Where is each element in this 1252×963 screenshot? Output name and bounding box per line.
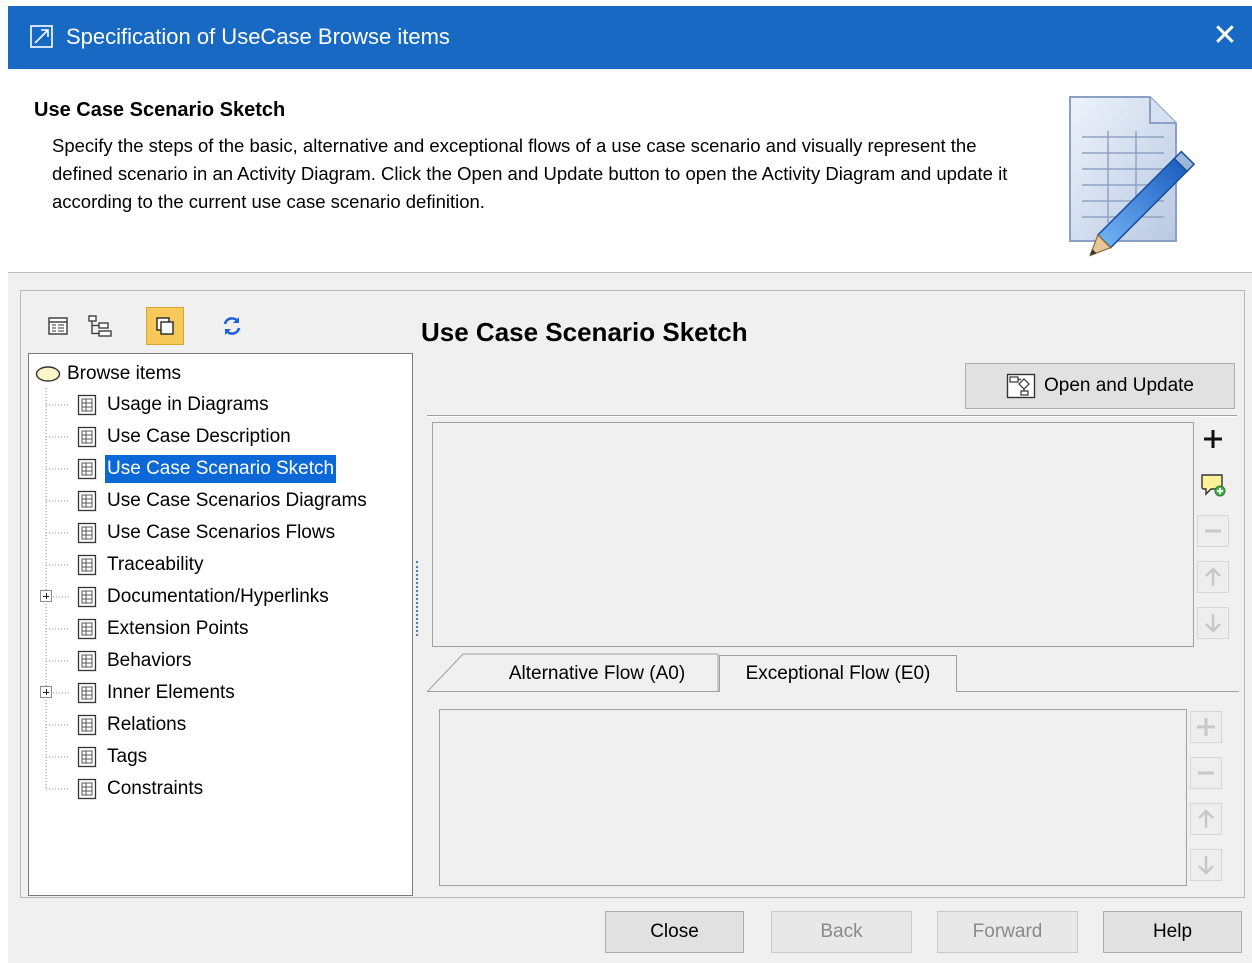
tree-item-use-case-scenarios-flows[interactable]: Use Case Scenarios Flows — [71, 518, 337, 548]
tree-view-icon[interactable] — [81, 307, 119, 345]
tree-item-usage-in-diagrams[interactable]: Usage in Diagrams — [71, 390, 271, 420]
tree-item-documentation-hyperlinks[interactable]: Documentation/Hyperlinks — [71, 582, 331, 612]
tree-item-behaviors[interactable]: Behaviors — [71, 646, 194, 676]
arrow-up-icon — [1205, 567, 1221, 586]
flow-steps-list[interactable] — [439, 709, 1187, 886]
tree-item-label: Behaviors — [107, 650, 192, 671]
panel-heading: Use Case Scenario Sketch — [421, 317, 748, 347]
open-and-update-button[interactable]: Open and Update — [965, 363, 1235, 409]
add-flow-step-button[interactable] — [1190, 711, 1222, 743]
activity-diagram-icon — [1006, 373, 1036, 399]
expand-documentation-icon[interactable] — [40, 590, 52, 602]
move-up-button[interactable] — [1197, 561, 1229, 593]
use-case-icon — [35, 366, 61, 382]
document-pencil-icon — [1069, 96, 1196, 257]
document-icon — [77, 650, 97, 672]
arrow-up-icon — [1198, 809, 1214, 828]
add-note-icon — [1201, 474, 1226, 497]
close-button[interactable]: Close — [605, 911, 744, 953]
specification-dialog: Specification of UseCase Browse items ✕ … — [8, 6, 1252, 963]
tree-item-label: Documentation/Hyperlinks — [107, 586, 329, 607]
tree-item-label: Relations — [107, 714, 187, 735]
tree-root-label: Browse items — [67, 363, 182, 384]
remove-flow-step-button[interactable] — [1190, 757, 1222, 789]
document-icon — [77, 746, 97, 768]
document-icon — [77, 682, 97, 704]
remove-step-button[interactable] — [1197, 515, 1229, 547]
document-icon — [77, 458, 97, 480]
specification-window-icon — [30, 25, 53, 48]
tree-item-label: Use Case Description — [107, 426, 291, 447]
separator — [427, 415, 1237, 417]
tree-item-inner-elements[interactable]: Inner Elements — [71, 678, 237, 708]
tree-item-tags[interactable]: Tags — [71, 742, 149, 772]
open-and-update-label: Open and Update — [1043, 375, 1194, 396]
tree-item-label: Use Case Scenarios Flows — [107, 522, 336, 543]
move-flow-step-down-button[interactable] — [1190, 849, 1222, 881]
tree-item-use-case-scenario-sketch[interactable]: Use Case Scenario Sketch — [71, 454, 337, 484]
tab-alternative-flow[interactable]: Alternative Flow (A0) — [475, 655, 719, 692]
tree-item-label: Inner Elements — [107, 682, 235, 703]
expand-inner-elements-icon[interactable] — [40, 686, 52, 698]
tree-item-label: Constraints — [107, 778, 204, 799]
pane-splitter[interactable] — [416, 561, 419, 636]
basic-flow-steps-list[interactable] — [432, 422, 1194, 647]
compact-view-icon[interactable] — [146, 307, 184, 345]
tree-item-constraints[interactable]: Constraints — [71, 774, 205, 804]
document-icon — [77, 522, 97, 544]
close-window-icon[interactable]: ✕ — [1208, 19, 1242, 53]
move-down-button[interactable] — [1197, 607, 1229, 639]
header-title: Use Case Scenario Sketch — [34, 99, 286, 121]
main-panel: Use Case Scenario Sketch Browse items Us… — [20, 290, 1245, 898]
header-description: Specify the steps of the basic, alternat… — [52, 135, 1008, 212]
refresh-icon[interactable] — [213, 307, 251, 345]
window-title: Specification of UseCase Browse items — [66, 24, 450, 49]
tree-item-label: Tags — [107, 746, 148, 767]
browse-tree[interactable]: Browse items Usage in Diagrams Use Case … — [28, 353, 413, 896]
add-step-button[interactable] — [1197, 423, 1229, 455]
properties-view-icon[interactable] — [39, 307, 77, 345]
document-icon — [77, 554, 97, 576]
help-button[interactable]: Help — [1103, 911, 1242, 953]
tab-exceptional-flow[interactable]: Exceptional Flow (E0) — [719, 655, 957, 692]
tree-item-label: Extension Points — [107, 618, 249, 639]
tree-item-traceability[interactable]: Traceability — [71, 550, 205, 580]
tree-item-extension-points[interactable]: Extension Points — [71, 614, 251, 644]
arrow-down-icon — [1205, 614, 1221, 633]
document-icon — [77, 714, 97, 736]
title-bar: Specification of UseCase Browse items ✕ — [8, 6, 1252, 69]
tree-item-label: Use Case Scenario Sketch — [105, 455, 337, 483]
tree-item-use-case-description[interactable]: Use Case Description — [71, 422, 293, 452]
description-header: Use Case Scenario Sketch Specify the ste… — [8, 69, 1252, 273]
forward-button[interactable]: Forward — [937, 911, 1078, 953]
document-icon — [77, 426, 97, 448]
tree-item-label: Traceability — [107, 554, 204, 575]
minus-icon — [1198, 771, 1214, 775]
document-icon — [77, 586, 97, 608]
minus-icon — [1205, 529, 1221, 533]
add-extension-button[interactable] — [1197, 469, 1229, 501]
tree-root[interactable]: Browse items — [35, 362, 181, 386]
back-button[interactable]: Back — [771, 911, 912, 953]
document-icon — [77, 778, 97, 800]
tree-item-use-case-scenarios-diagrams[interactable]: Use Case Scenarios Diagrams — [71, 486, 369, 516]
tree-item-relations[interactable]: Relations — [71, 710, 188, 740]
plus-icon — [1197, 718, 1215, 736]
document-icon — [77, 490, 97, 512]
document-icon — [77, 394, 97, 416]
move-flow-step-up-button[interactable] — [1190, 803, 1222, 835]
plus-icon — [1204, 430, 1222, 448]
tree-item-label: Use Case Scenarios Diagrams — [107, 490, 367, 511]
arrow-down-icon — [1198, 856, 1214, 875]
tree-item-label: Usage in Diagrams — [107, 394, 269, 415]
document-icon — [77, 618, 97, 640]
